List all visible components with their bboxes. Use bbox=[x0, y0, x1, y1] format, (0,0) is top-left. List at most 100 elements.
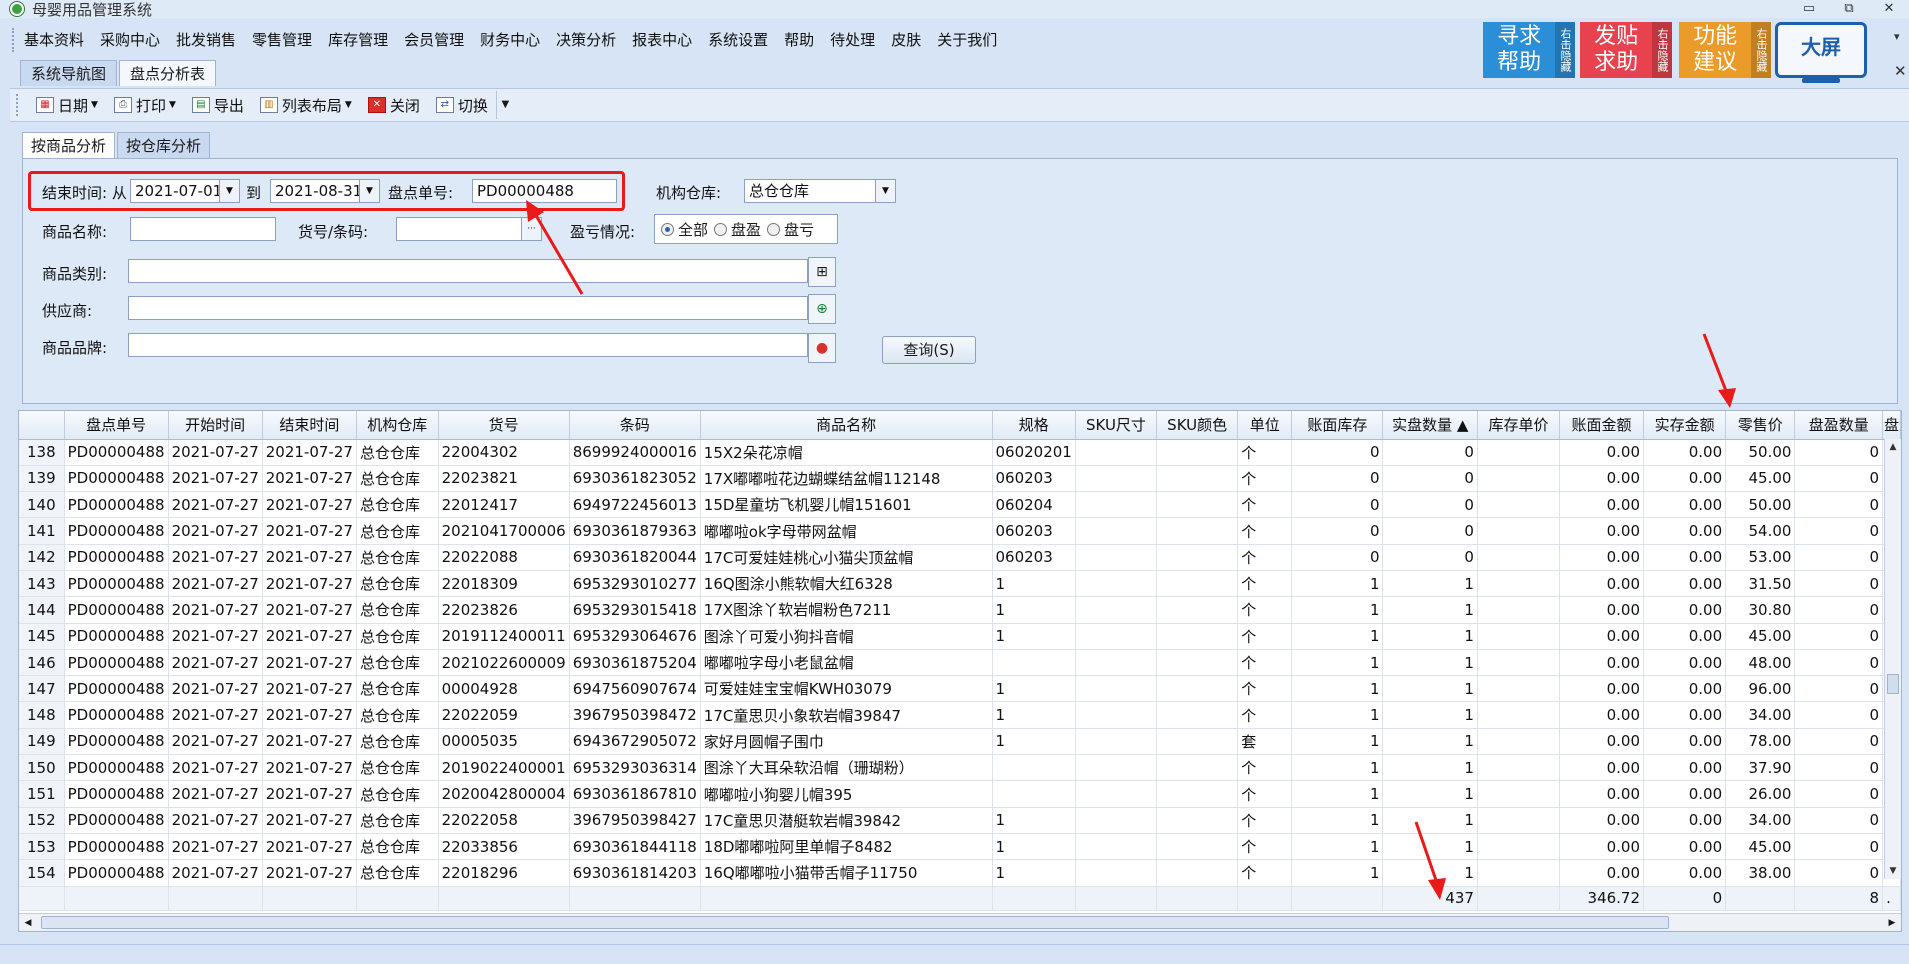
col-book-stock[interactable]: 账面库存 bbox=[1291, 411, 1384, 440]
col-spec[interactable]: 规格 bbox=[992, 411, 1076, 440]
table-row[interactable]: 152 PD00000488 2021-07-27 2021-07-27 总仓仓库 220… bbox=[19, 807, 1901, 834]
scroll-thumb[interactable] bbox=[41, 916, 1669, 929]
close-button[interactable]: ✕ 关闭 bbox=[360, 91, 428, 119]
chevron-down-icon[interactable]: ▾ bbox=[1894, 30, 1900, 43]
menu-members[interactable]: 会员管理 bbox=[396, 22, 472, 58]
export-button[interactable]: ▤ 导出 bbox=[184, 91, 252, 119]
brand-input[interactable] bbox=[128, 333, 808, 357]
table-row[interactable]: 147 PD00000488 2021-07-27 2021-07-27 总仓仓库 000… bbox=[19, 675, 1901, 703]
menu-about[interactable]: 关于我们 bbox=[929, 22, 1005, 58]
tree-picker-icon[interactable]: ⊞ bbox=[808, 257, 836, 287]
table-row[interactable]: 146 PD00000488 2021-07-27 2021-07-27 总仓仓库 202… bbox=[19, 649, 1901, 677]
tab-by-warehouse[interactable]: 按仓库分析 bbox=[117, 132, 211, 158]
col-warehouse[interactable]: 机构仓库 bbox=[356, 411, 439, 440]
big-screen-button[interactable]: 大屏 bbox=[1775, 22, 1867, 83]
category-input[interactable] bbox=[128, 259, 808, 283]
menu-retail[interactable]: 零售管理 bbox=[244, 22, 320, 58]
table-cell: 0.00 bbox=[1643, 649, 1727, 677]
tab-by-product[interactable]: 按商品分析 bbox=[22, 132, 116, 158]
col-sku-color[interactable]: SKU颜色 bbox=[1156, 411, 1239, 440]
scroll-up-icon[interactable]: ▲ bbox=[1885, 439, 1901, 455]
col-actual-qty[interactable]: 实盘数量 ▲ bbox=[1382, 411, 1478, 440]
vertical-scrollbar[interactable]: ▲ ▼ bbox=[1884, 439, 1901, 879]
column-layout-button[interactable]: ▥ 列表布局 ▼ bbox=[252, 91, 360, 119]
help-promo-button[interactable]: 寻求帮助 右击隐藏 bbox=[1483, 22, 1575, 78]
chevron-down-icon[interactable]: ▼ bbox=[875, 180, 895, 202]
restore-button[interactable]: ⧉ bbox=[1829, 0, 1869, 18]
toolbar-overflow-icon[interactable]: ▼ bbox=[495, 91, 514, 119]
col-retail-price[interactable]: 零售价 bbox=[1725, 411, 1796, 440]
table-row[interactable]: 154 PD00000488 2021-07-27 2021-07-27 总仓仓库 220… bbox=[19, 859, 1901, 887]
table-row[interactable]: 144 PD00000488 2021-07-27 2021-07-27 总仓仓库 220… bbox=[19, 596, 1901, 624]
scroll-right-icon[interactable]: ▶ bbox=[1883, 914, 1901, 931]
horizontal-scrollbar[interactable]: ◀ ▶ bbox=[19, 913, 1901, 931]
supplier-picker-icon[interactable]: ⊕ bbox=[808, 294, 836, 324]
col-gain-qty[interactable]: 盘盈数量 bbox=[1794, 411, 1884, 440]
close-tab-icon[interactable]: ✕ bbox=[1894, 62, 1907, 80]
menu-finance[interactable]: 财务中心 bbox=[472, 22, 548, 58]
radio-gain[interactable]: 盘盈 bbox=[714, 219, 761, 240]
ellipsis-icon[interactable]: ··· bbox=[521, 218, 541, 240]
col-unit-price[interactable]: 库存单价 bbox=[1477, 411, 1561, 440]
chevron-down-icon[interactable]: ▼ bbox=[359, 180, 379, 202]
table-row[interactable]: 141 PD00000488 2021-07-27 2021-07-27 总仓仓库 202… bbox=[19, 517, 1901, 545]
suggest-promo-button[interactable]: 功能建议 右击隐藏 bbox=[1679, 22, 1771, 78]
product-name-input[interactable] bbox=[130, 217, 276, 241]
close-window-button[interactable]: ✕ bbox=[1869, 0, 1909, 18]
post-help-promo-button[interactable]: 发贴求助 右击隐藏 bbox=[1580, 22, 1672, 78]
col-item-no[interactable]: 货号 bbox=[438, 411, 570, 440]
minimize-button[interactable]: ▭ bbox=[1789, 0, 1829, 18]
col-end-time[interactable]: 结束时间 bbox=[262, 411, 357, 440]
menu-settings[interactable]: 系统设置 bbox=[700, 22, 776, 58]
check-no-input[interactable]: PD00000488 bbox=[472, 179, 617, 203]
scroll-down-icon[interactable]: ▼ bbox=[1885, 863, 1901, 879]
brand-picker-icon[interactable]: ● bbox=[808, 333, 836, 363]
table-row[interactable]: 139 PD00000488 2021-07-27 2021-07-27 总仓仓库 220… bbox=[19, 465, 1901, 493]
print-button[interactable]: ⎙ 打印 ▼ bbox=[106, 91, 184, 119]
radio-all[interactable]: 全部 bbox=[661, 219, 708, 240]
radio-loss[interactable]: 盘亏 bbox=[767, 219, 814, 240]
col-book-amount[interactable]: 账面金额 bbox=[1559, 411, 1645, 440]
col-actual-amount[interactable]: 实存金额 bbox=[1643, 411, 1727, 440]
menu-wholesale[interactable]: 批发销售 bbox=[168, 22, 244, 58]
table-row[interactable]: 138 PD00000488 2021-07-27 2021-07-27 总仓仓库 220… bbox=[19, 439, 1901, 466]
supplier-input[interactable] bbox=[128, 296, 808, 320]
scroll-left-icon[interactable]: ◀ bbox=[19, 914, 37, 931]
table-row[interactable]: 149 PD00000488 2021-07-27 2021-07-27 总仓仓库 000… bbox=[19, 728, 1901, 756]
table-row[interactable]: 140 PD00000488 2021-07-27 2021-07-27 总仓仓库 220… bbox=[19, 491, 1901, 519]
table-row[interactable]: 150 PD00000488 2021-07-27 2021-07-27 总仓仓库 201… bbox=[19, 754, 1901, 782]
table-row[interactable]: 143 PD00000488 2021-07-27 2021-07-27 总仓仓库 220… bbox=[19, 570, 1901, 598]
menu-help[interactable]: 帮助 bbox=[776, 22, 822, 58]
col-product-name[interactable]: 商品名称 bbox=[700, 411, 993, 440]
warehouse-select[interactable]: 总仓仓库 ▼ bbox=[744, 179, 896, 203]
switch-button[interactable]: ⇄ 切换 bbox=[428, 91, 496, 119]
menu-basic-data[interactable]: 基本资料 bbox=[16, 22, 92, 58]
menu-reports[interactable]: 报表中心 bbox=[624, 22, 700, 58]
menu-inventory[interactable]: 库存管理 bbox=[320, 22, 396, 58]
sku-input[interactable]: ··· bbox=[396, 217, 542, 241]
table-icon: ▥ bbox=[259, 97, 278, 113]
col-barcode[interactable]: 条码 bbox=[569, 411, 701, 440]
scroll-thumb[interactable] bbox=[1887, 674, 1899, 694]
col-sku-size[interactable]: SKU尺寸 bbox=[1075, 411, 1158, 440]
date-to-input[interactable]: 2021-08-31 ▼ bbox=[270, 179, 380, 203]
table-row[interactable]: 153 PD00000488 2021-07-27 2021-07-27 总仓仓库 220… bbox=[19, 833, 1901, 861]
menu-decision[interactable]: 决策分析 bbox=[548, 22, 624, 58]
tab-navigation-map[interactable]: 系统导航图 bbox=[20, 60, 118, 86]
table-row[interactable]: 142 PD00000488 2021-07-27 2021-07-27 总仓仓库 220… bbox=[19, 544, 1901, 571]
query-button[interactable]: 查询(S) bbox=[882, 336, 976, 364]
col-unit[interactable]: 单位 bbox=[1237, 411, 1293, 440]
date-from-input[interactable]: 2021-07-01 ▼ bbox=[130, 179, 240, 203]
col-start-time[interactable]: 开始时间 bbox=[168, 411, 263, 440]
table-row[interactable]: 148 PD00000488 2021-07-27 2021-07-27 总仓仓库 220… bbox=[19, 701, 1901, 729]
col-check-no[interactable]: 盘点单号 bbox=[64, 411, 169, 440]
menu-purchase[interactable]: 采购中心 bbox=[92, 22, 168, 58]
col-more[interactable]: 盘 bbox=[1882, 411, 1901, 440]
date-button[interactable]: ▦ 日期 ▼ bbox=[28, 91, 106, 119]
chevron-down-icon[interactable]: ▼ bbox=[219, 180, 239, 202]
tab-inventory-analysis[interactable]: 盘点分析表 bbox=[119, 60, 217, 86]
menu-pending[interactable]: 待处理 bbox=[822, 22, 883, 58]
table-row[interactable]: 145 PD00000488 2021-07-27 2021-07-27 总仓仓库 201… bbox=[19, 623, 1901, 650]
table-row[interactable]: 151 PD00000488 2021-07-27 2021-07-27 总仓仓库 202… bbox=[19, 780, 1901, 808]
menu-skin[interactable]: 皮肤 bbox=[883, 22, 929, 58]
